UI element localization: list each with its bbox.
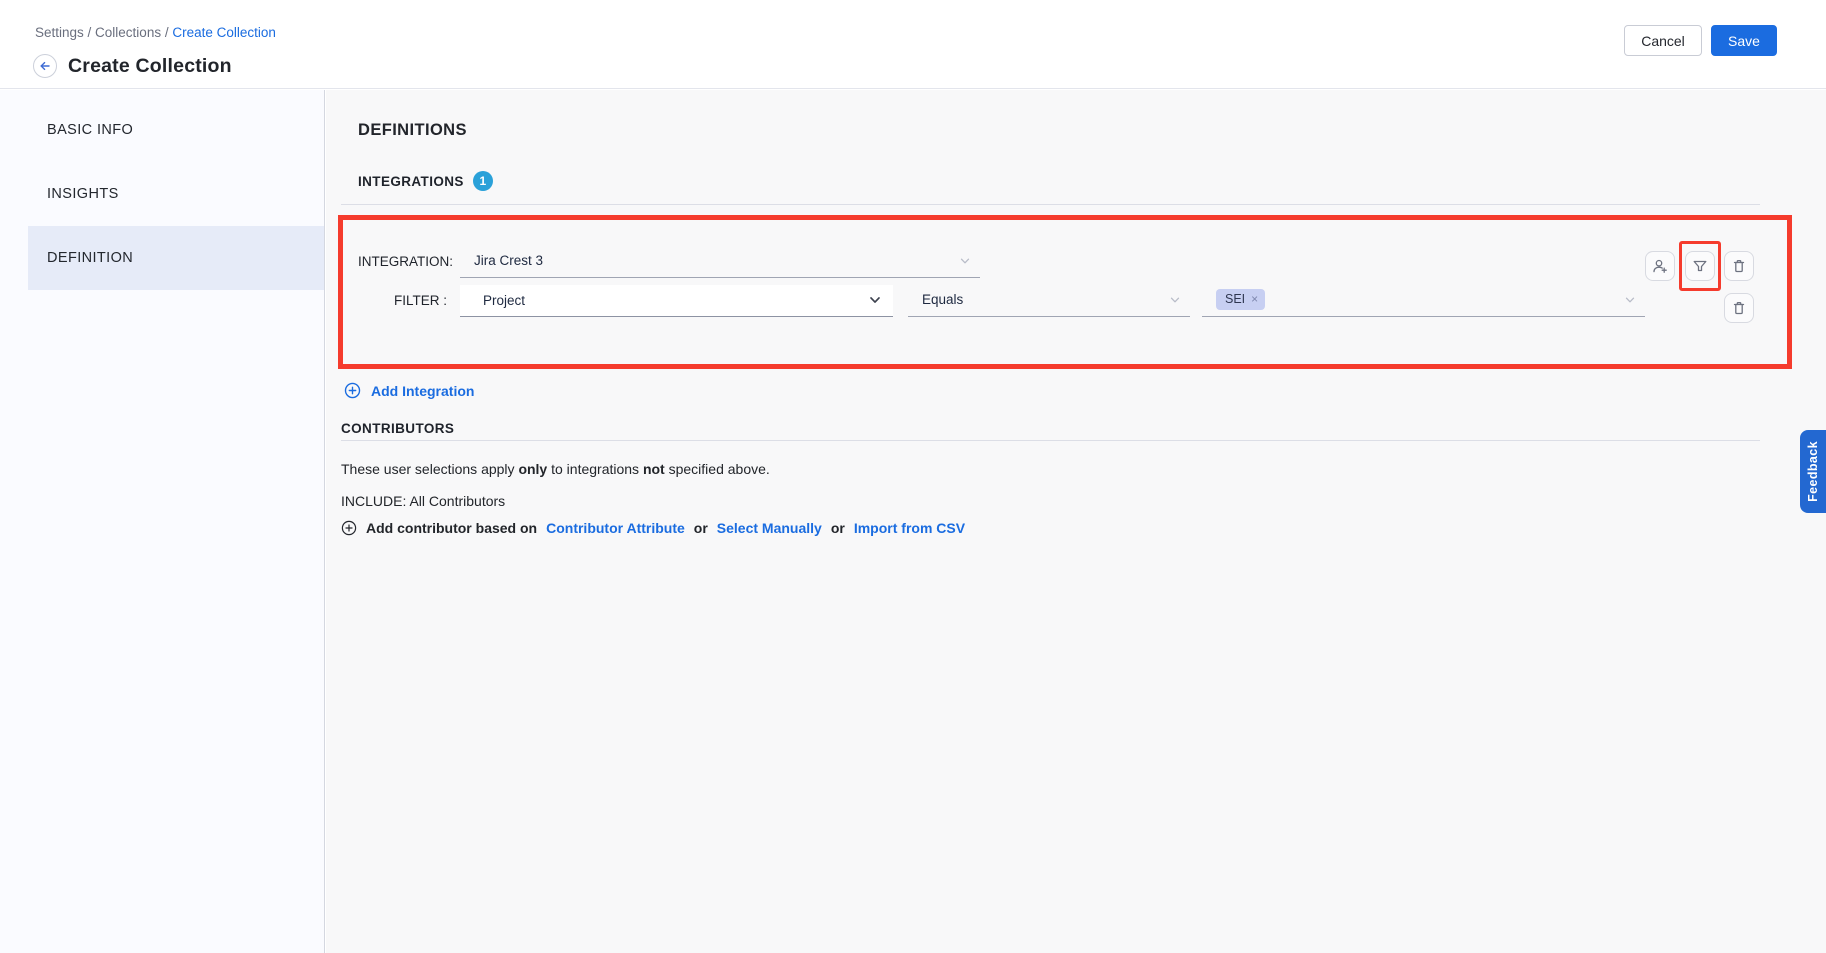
or-text: or xyxy=(831,520,845,536)
note-bold-not: not xyxy=(643,461,665,477)
add-integration-label: Add Integration xyxy=(371,383,474,399)
chevron-down-icon xyxy=(1623,293,1637,307)
filter-row: FILTER : Project Equals SEI × xyxy=(358,285,1645,317)
contributors-label: CONTRIBUTORS xyxy=(341,421,454,436)
settings-sidebar: BASIC INFO INSIGHTS DEFINITION xyxy=(0,90,325,953)
add-user-button[interactable] xyxy=(1645,251,1675,281)
chevron-down-icon xyxy=(867,292,883,308)
integrations-header: INTEGRATIONS 1 xyxy=(358,171,493,191)
integrations-label: INTEGRATIONS xyxy=(358,174,464,189)
filter-field-select[interactable]: Project xyxy=(460,285,893,317)
chevron-down-icon xyxy=(958,254,972,268)
add-contributor-label: Add contributor based on xyxy=(366,520,537,536)
create-collection-page: Settings / Collections / Create Collecti… xyxy=(0,0,1826,953)
add-integration-link[interactable]: Add Integration xyxy=(344,382,474,399)
trash-icon xyxy=(1730,299,1748,317)
filter-value-tag-label: SEI xyxy=(1225,292,1245,306)
integration-card-annotation: INTEGRATION: Jira Crest 3 FILTER : Proje… xyxy=(338,215,1792,369)
or-text: or xyxy=(694,520,708,536)
cancel-button[interactable]: Cancel xyxy=(1624,25,1702,56)
breadcrumb-collections[interactable]: Collections xyxy=(95,25,161,40)
filter-operator-value: Equals xyxy=(922,292,963,307)
contributors-divider xyxy=(341,440,1760,441)
sidebar-item-definition[interactable]: DEFINITION xyxy=(28,226,324,290)
page-title: Create Collection xyxy=(68,55,232,78)
filter-field-value: Project xyxy=(483,293,525,308)
integration-select-value: Jira Crest 3 xyxy=(474,253,543,268)
page-header: Settings / Collections / Create Collecti… xyxy=(0,0,1826,89)
breadcrumb: Settings / Collections / Create Collecti… xyxy=(35,25,276,40)
breadcrumb-separator: / xyxy=(161,25,172,40)
plus-circle-icon xyxy=(344,382,361,399)
contributor-attribute-link[interactable]: Contributor Attribute xyxy=(546,520,685,536)
breadcrumb-settings[interactable]: Settings xyxy=(35,25,84,40)
integration-select[interactable]: Jira Crest 3 xyxy=(460,253,980,278)
feedback-tab-label: Feedback xyxy=(1806,441,1820,502)
import-from-csv-link[interactable]: Import from CSV xyxy=(854,520,965,536)
add-contributor-row: Add contributor based on Contributor Att… xyxy=(341,520,965,536)
note-text: These user selections apply xyxy=(341,461,518,477)
definition-panel: DEFINITIONS INTEGRATIONS 1 INTEGRATION: … xyxy=(326,90,1826,953)
sidebar-item-insights[interactable]: INSIGHTS xyxy=(0,162,324,226)
user-add-icon xyxy=(1651,257,1669,275)
delete-filter-button[interactable] xyxy=(1724,251,1754,281)
select-manually-link[interactable]: Select Manually xyxy=(717,520,822,536)
section-title: DEFINITIONS xyxy=(358,121,467,140)
breadcrumb-current: Create Collection xyxy=(172,25,276,40)
note-text: to integrations xyxy=(547,461,643,477)
contributors-note: These user selections apply only to inte… xyxy=(341,461,770,477)
save-button[interactable]: Save xyxy=(1711,25,1777,56)
feedback-tab[interactable]: Feedback xyxy=(1800,430,1826,513)
delete-filter-row-button[interactable] xyxy=(1724,293,1754,323)
plus-circle-icon xyxy=(341,520,357,536)
back-button[interactable] xyxy=(33,54,57,78)
filter-values-select[interactable]: SEI × xyxy=(1202,289,1645,317)
note-text: specified above. xyxy=(665,461,770,477)
filter-field-label: FILTER : xyxy=(358,293,460,308)
breadcrumb-separator: / xyxy=(84,25,95,40)
chevron-down-icon xyxy=(1168,293,1182,307)
integration-row: INTEGRATION: Jira Crest 3 xyxy=(358,253,980,278)
filter-operator-select[interactable]: Equals xyxy=(908,292,1190,317)
arrow-left-icon xyxy=(38,59,52,73)
filter-value-tag[interactable]: SEI × xyxy=(1216,289,1265,310)
integration-field-label: INTEGRATION: xyxy=(358,254,460,269)
filter-funnel-button[interactable] xyxy=(1685,251,1715,281)
note-bold-only: only xyxy=(518,461,547,477)
include-line: INCLUDE: All Contributors xyxy=(341,493,505,509)
funnel-icon xyxy=(1691,257,1709,275)
tag-remove-icon[interactable]: × xyxy=(1251,292,1258,306)
integrations-count-badge: 1 xyxy=(473,171,493,191)
sidebar-item-basic-info[interactable]: BASIC INFO xyxy=(0,98,324,162)
integrations-divider xyxy=(341,204,1760,205)
trash-icon xyxy=(1730,257,1748,275)
